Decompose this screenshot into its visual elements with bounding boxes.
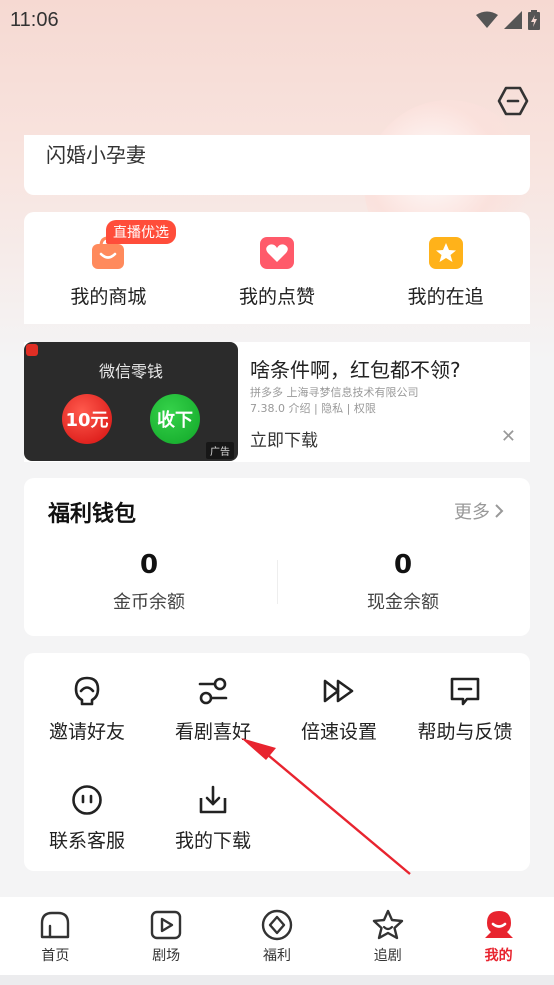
tool-watch-preferences[interactable]: 看剧喜好 — [150, 675, 276, 744]
tab-theater[interactable]: 剧场 — [111, 897, 222, 975]
profile-title: 闪婚小孕妻 — [46, 143, 146, 167]
ad-headline: 啥条件啊，红包都不领? — [250, 358, 461, 382]
feedback-message-icon — [450, 677, 480, 706]
fast-forward-icon — [323, 679, 354, 703]
ad-meta-company: 拼多多 上海寻梦信息技术有限公司 — [250, 386, 419, 399]
cash-balance-value: 0 — [393, 550, 413, 580]
chevron-right-icon — [495, 504, 504, 518]
shortcut-card: 直播优选 我的商城 我的点赞 我的在追 — [24, 212, 530, 324]
coin-balance[interactable]: 0 金币余额 — [24, 550, 274, 614]
shortcut-my-likes[interactable]: 我的点赞 — [193, 212, 362, 324]
ad-banner[interactable]: 微信零钱 10元 收下 广告 啥条件啊，红包都不领? 拼多多 上海寻梦信息技术有… — [24, 342, 530, 462]
tab-welfare[interactable]: 福利 — [222, 897, 333, 975]
tool-label: 倍速设置 — [300, 721, 377, 743]
shortcut-my-mall[interactable]: 直播优选 我的商城 — [24, 212, 193, 324]
tool-help-feedback[interactable]: 帮助与反馈 — [402, 675, 528, 744]
ad-app-logo — [26, 344, 38, 356]
system-nav-strip — [0, 975, 554, 985]
wallet-more-label: 更多 — [454, 502, 490, 523]
star-icon — [428, 237, 463, 269]
ad-download-button[interactable]: 立即下载 — [250, 426, 318, 451]
tab-label: 剧场 — [152, 948, 181, 964]
tab-label: 我的 — [484, 948, 513, 964]
heart-icon — [260, 237, 294, 269]
wallet-more-link[interactable]: 更多 — [454, 498, 504, 524]
coin-balance-label: 金币余额 — [113, 592, 185, 613]
ad-image-title: 微信零钱 — [98, 362, 163, 381]
status-bar: 11:06 — [0, 0, 554, 40]
shortcut-label: 我的点赞 — [239, 286, 316, 308]
settings-hex-icon — [497, 86, 529, 116]
ad-close-icon[interactable]: ✕ — [501, 426, 516, 447]
tools-card: 邀请好友 看剧喜好 倍速设置 帮助与反馈 联系客服 我的下载 — [24, 653, 530, 871]
settings-button[interactable] — [496, 84, 530, 118]
ad-meta-version: 7.38.0 介绍 | 隐私 | 权限 — [250, 402, 376, 415]
ad-take-button: 收下 — [150, 394, 200, 444]
tool-label: 我的下载 — [174, 830, 251, 852]
signal-icon — [504, 11, 522, 29]
tool-label: 联系客服 — [48, 830, 125, 852]
tab-label: 首页 — [41, 948, 70, 964]
welfare-icon — [261, 909, 293, 941]
ad-tag: 广告 — [206, 442, 234, 459]
theater-play-icon — [150, 910, 182, 940]
status-icons — [476, 10, 540, 30]
bottom-tab-bar: 首页 剧场 福利 追剧 我的 — [0, 897, 554, 975]
battery-icon — [528, 10, 540, 30]
profile-card[interactable]: 闪婚小孕妻 — [24, 135, 530, 195]
tab-following[interactable]: 追剧 — [332, 897, 443, 975]
coin-balance-value: 0 — [139, 550, 159, 580]
tool-label: 帮助与反馈 — [417, 721, 513, 743]
profile-icon — [484, 911, 513, 938]
tool-speed-settings[interactable]: 倍速设置 — [276, 675, 402, 744]
shortcut-label: 我的商城 — [70, 286, 147, 308]
wallet-card: 福利钱包 更多 0 金币余额 0 现金余额 — [24, 478, 530, 636]
cash-balance-label: 现金余额 — [367, 592, 439, 613]
ad-coin: 10元 — [62, 394, 112, 444]
wifi-icon — [476, 11, 498, 28]
cash-balance[interactable]: 0 现金余额 — [278, 550, 528, 614]
tab-label: 福利 — [262, 948, 291, 964]
shortcut-my-following[interactable]: 我的在追 — [361, 212, 530, 324]
tab-profile[interactable]: 我的 — [443, 897, 554, 975]
tab-label: 追剧 — [373, 948, 402, 964]
tool-label: 邀请好友 — [48, 721, 125, 743]
ad-image[interactable]: 微信零钱 10元 收下 广告 — [24, 342, 238, 461]
live-badge: 直播优选 — [106, 220, 176, 244]
shortcut-label: 我的在追 — [407, 286, 484, 308]
tool-my-downloads[interactable]: 我的下载 — [150, 784, 276, 853]
home-icon — [41, 911, 70, 939]
preference-sliders-icon — [198, 677, 228, 705]
tool-contact-service[interactable]: 联系客服 — [24, 784, 150, 853]
tool-invite-friends[interactable]: 邀请好友 — [24, 675, 150, 744]
tab-home[interactable]: 首页 — [0, 897, 111, 975]
invite-friend-icon — [74, 676, 100, 706]
status-time: 11:06 — [10, 8, 59, 31]
download-icon — [199, 785, 227, 814]
follow-star-icon — [372, 909, 403, 940]
customer-service-icon — [72, 785, 102, 815]
tool-label: 看剧喜好 — [174, 721, 251, 743]
wallet-title: 福利钱包 — [48, 502, 137, 527]
